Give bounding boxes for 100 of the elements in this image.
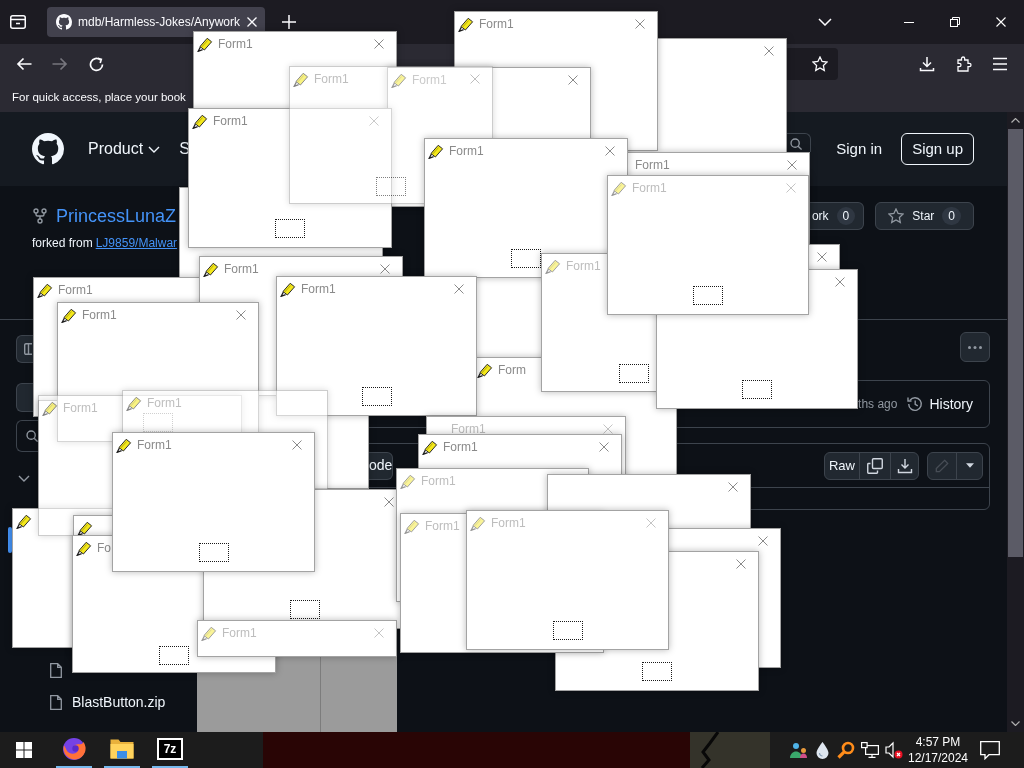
sign-in-link[interactable]: Sign in	[836, 137, 883, 161]
window-title: Form1	[421, 472, 456, 490]
pencil-icon	[280, 280, 296, 297]
pencil-icon	[470, 514, 486, 531]
browser-icon	[62, 737, 86, 761]
star-icon	[812, 56, 828, 72]
app-logo: 7z	[157, 738, 183, 760]
fork-button[interactable]: ork 0	[807, 202, 865, 230]
pencil-icon	[404, 517, 420, 534]
search-icon	[790, 138, 803, 150]
window-title: Form1	[425, 517, 460, 535]
pencil-icon	[192, 112, 208, 129]
raw-button[interactable]: Raw	[825, 452, 859, 479]
pencil-icon	[126, 394, 142, 411]
form-button[interactable]	[619, 364, 649, 383]
code-tab[interactable]: ode	[369, 451, 393, 480]
pencil-icon	[458, 15, 474, 32]
window-title: Form1	[137, 436, 172, 454]
ellipsis-icon	[968, 345, 982, 349]
repo-name-link[interactable]: PrincessLunaZ	[56, 202, 177, 230]
form-button[interactable]	[275, 219, 305, 238]
address-field[interactable]	[787, 48, 838, 80]
window-title: Form1	[301, 280, 336, 298]
chevron-down-icon	[18, 475, 30, 482]
chevron-down-icon	[1011, 721, 1020, 726]
magnifier-icon	[837, 741, 855, 759]
window-title: Form1	[443, 438, 478, 456]
cat-logo-icon	[32, 133, 64, 165]
form-button[interactable]	[742, 380, 772, 399]
people-icon	[789, 742, 807, 758]
pencil-icon	[61, 306, 77, 323]
pencil-icon	[116, 436, 132, 453]
star-button[interactable]: Star 0	[875, 202, 974, 230]
file-icon	[50, 662, 62, 678]
chevron-down-icon	[148, 145, 161, 153]
pencil-icon	[16, 512, 32, 529]
clock-date: 12/17/2024	[907, 750, 969, 766]
folder-icon	[110, 739, 134, 759]
window-title: Form1	[632, 179, 667, 197]
form-button[interactable]	[511, 249, 541, 268]
restore-icon	[950, 17, 960, 27]
window-title: Fo	[97, 539, 111, 557]
nav-menu-item[interactable]: Product	[88, 137, 161, 161]
plus-icon	[282, 15, 296, 29]
pencil-icon	[422, 438, 438, 455]
pencil-icon	[197, 35, 213, 52]
hamburger-icon	[992, 57, 1008, 71]
pencil-icon	[391, 71, 407, 88]
window-title: Form1	[147, 394, 182, 412]
history-icon	[907, 396, 924, 412]
sidebar-toggle-button[interactable]	[16, 335, 33, 363]
taskbar-app-button[interactable]: 7z	[146, 732, 194, 768]
search-field[interactable]	[16, 420, 38, 452]
form-button[interactable]	[693, 286, 723, 305]
form-button[interactable]	[552, 621, 583, 640]
chevron-up-icon	[1011, 118, 1020, 123]
puzzle-icon	[956, 56, 972, 72]
form-button[interactable]	[159, 646, 189, 665]
pencil-icon	[477, 361, 493, 378]
scrollbar-thumb[interactable]	[1008, 129, 1023, 557]
more-button[interactable]	[960, 332, 990, 362]
window-title: Form1	[213, 112, 248, 130]
network-monitor-icon	[861, 742, 879, 758]
window-title: Form1	[63, 399, 98, 417]
chevron-down-icon	[818, 18, 832, 26]
four-panes-icon	[16, 742, 32, 758]
drop-icon	[815, 741, 829, 759]
pencil-icon	[293, 70, 309, 87]
window-title: Form1	[58, 281, 93, 299]
download-icon	[919, 56, 935, 72]
close-icon	[996, 17, 1006, 27]
download-icon	[896, 457, 913, 474]
window-title: Form1	[224, 260, 259, 278]
file-name[interactable]: BlastButton.zip	[72, 691, 166, 713]
drawer-icon	[10, 15, 26, 29]
history-button[interactable]: History	[899, 390, 981, 418]
pencil-icon	[935, 458, 949, 473]
form-button[interactable]	[198, 543, 229, 562]
fork-icon	[32, 208, 48, 224]
window-title: Form1	[314, 70, 349, 88]
copy-icon	[867, 457, 883, 474]
fork-source-link[interactable]: LJ9859/Malwar	[95, 236, 178, 250]
browser-tab[interactable]: mdb/Harmless-Jokes/Anywork	[47, 7, 265, 37]
pencil-icon	[400, 472, 416, 489]
form-button[interactable]	[642, 662, 672, 681]
pencil-icon	[37, 281, 53, 298]
form-button[interactable]	[290, 600, 320, 619]
form-button[interactable]	[361, 387, 392, 406]
counter: 0	[836, 207, 856, 225]
pencil-icon	[42, 399, 58, 416]
pencil-icon	[203, 260, 219, 277]
window-title: Form1	[635, 156, 670, 174]
window-title: Form1	[218, 35, 253, 53]
window-title: Form1	[491, 514, 526, 532]
sign-up-button[interactable]: Sign up	[901, 133, 974, 165]
search-icon	[26, 430, 38, 442]
pencil-icon	[545, 257, 561, 274]
caret-down-icon	[965, 463, 974, 468]
window-title: Form1	[82, 306, 117, 324]
window-title: Form1	[479, 15, 514, 33]
